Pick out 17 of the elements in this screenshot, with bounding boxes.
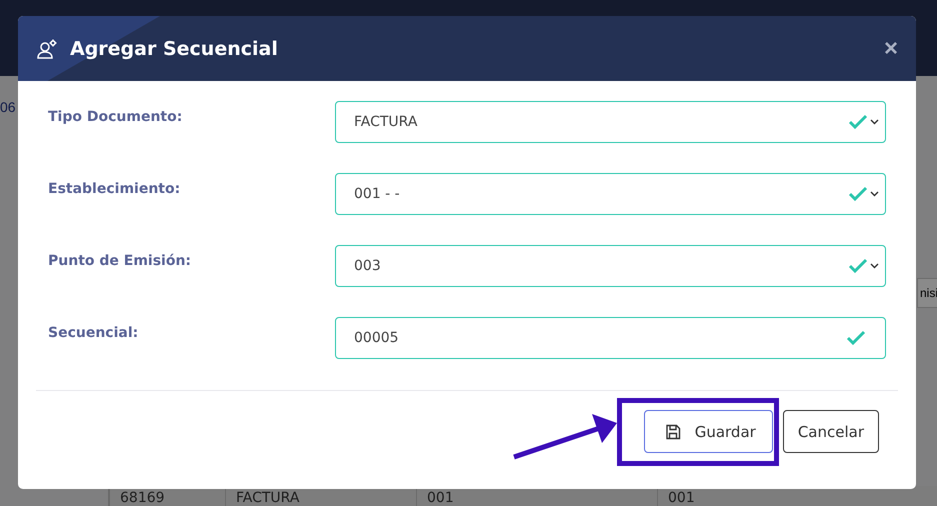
cancel-button[interactable]: Cancelar bbox=[782, 410, 879, 453]
field-label: Punto de Emisión: bbox=[48, 252, 192, 269]
select-field[interactable]: 001 - - bbox=[335, 173, 886, 215]
field-label: Tipo Documento: bbox=[48, 108, 184, 125]
save-button[interactable]: Guardar bbox=[644, 410, 773, 453]
select-field[interactable]: FACTURA bbox=[335, 101, 886, 143]
chevron-down-icon bbox=[870, 119, 879, 125]
field-label: Establecimiento: bbox=[48, 180, 182, 197]
input-field[interactable]: 00005 bbox=[335, 317, 886, 359]
user-gear-icon bbox=[36, 38, 58, 60]
dialog-title: Agregar Secuencial bbox=[70, 38, 279, 60]
background-text: 06 bbox=[0, 99, 16, 115]
close-button[interactable]: × bbox=[884, 34, 898, 62]
select-field[interactable]: 003 bbox=[335, 245, 886, 287]
chevron-down-icon bbox=[870, 191, 879, 197]
field-label: Secuencial: bbox=[48, 324, 140, 341]
chevron-down-icon bbox=[870, 263, 879, 269]
